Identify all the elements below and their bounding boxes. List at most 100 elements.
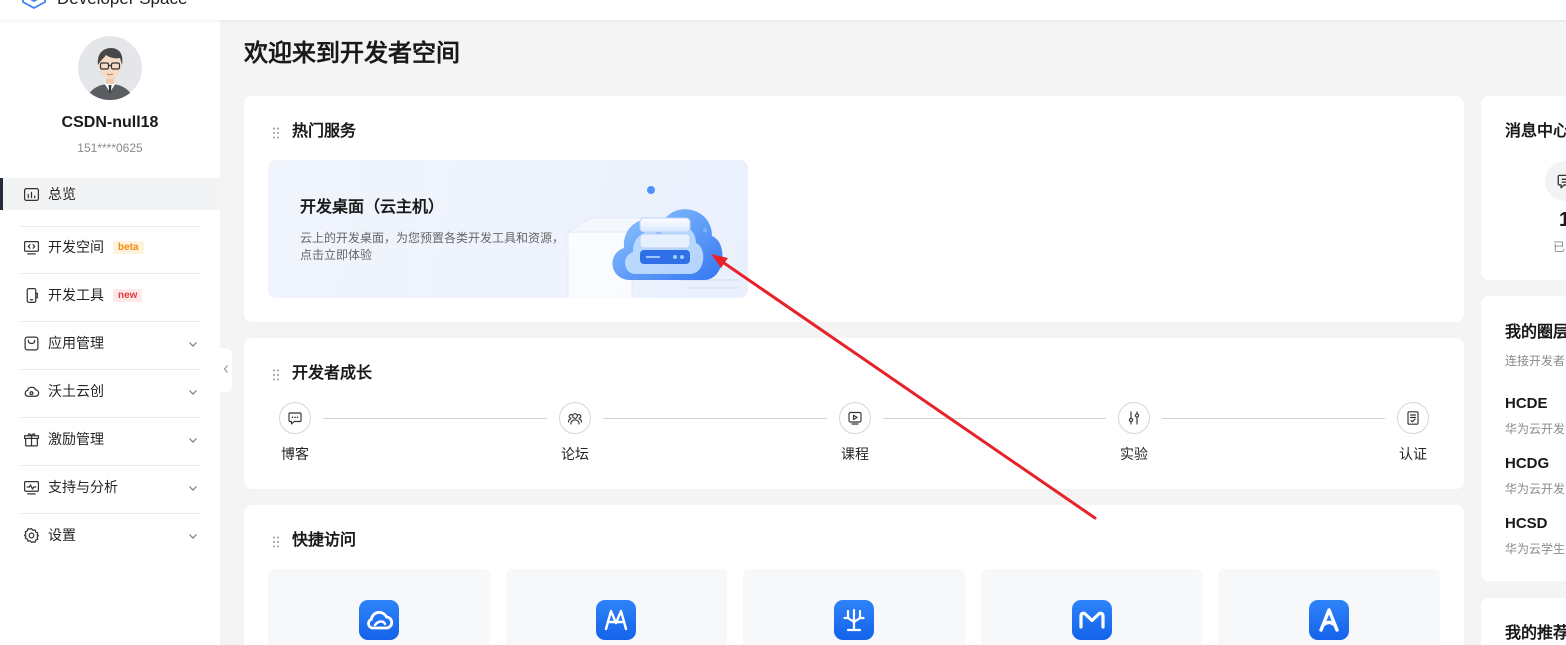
quick-access-tile[interactable] [980,569,1203,645]
gift-icon [23,431,40,448]
cloud-swoosh-icon [358,600,399,640]
user-name: CSDN-null18 [61,114,159,131]
chevron-down-icon [187,529,199,541]
circle-name[interactable]: HCSD [1505,515,1548,533]
nav-divider [20,513,200,514]
hot-services-card: 热门服务 开发桌面（云主机） 云上的开发桌面，为您预置各类开发工具和资源， 点击… [244,96,1464,322]
circle-description: 华为云学生 [1505,542,1566,556]
developer-growth-card: 开发者成长 博客 论坛 课程 实验 认证 [244,338,1464,489]
community-icon [559,402,591,434]
nav-divider [20,321,200,322]
my-recommendations-card: 我的推荐 [1481,598,1566,645]
growth-step-forum[interactable]: 论坛 [545,402,605,464]
hot-services-title: 热门服务 [292,123,357,140]
message-center-card: 消息中心 1 已 [1481,96,1566,280]
top-header: Developer Space [0,0,1566,20]
page-title: 欢迎来到开发者空间 [244,40,460,67]
recommendations-title: 我的推荐 [1505,625,1566,642]
sliders-icon [1118,402,1150,434]
timeline-connector [603,418,827,419]
step-label: 课程 [841,446,869,462]
timeline-connector [1162,418,1385,419]
my-circles-title: 我的圈层 [1505,324,1566,341]
step-label: 博客 [281,446,309,462]
sidebar-collapse-button[interactable] [220,348,232,392]
banner-description: 点击立即体验 [300,248,373,262]
analytics-monitor-icon [23,479,40,496]
sidebar-item-dev-space[interactable]: 开发空间 beta [0,231,220,263]
sidebar-item-support-analytics[interactable]: 支持与分析 [0,471,220,503]
chevron-down-icon [187,385,199,397]
overview-chart-icon [23,186,40,203]
message-center-title: 消息中心 [1505,123,1566,140]
timeline-connector [323,418,547,419]
new-badge: new [113,288,143,302]
sidebar-item-dev-tools[interactable]: 开发工具 new [0,279,220,311]
growth-title: 开发者成长 [292,365,373,382]
circle-name[interactable]: HCDE [1505,395,1548,413]
chevron-down-icon [187,433,199,445]
sidebar-item-label: 开发空间 [48,239,104,255]
sidebar-item-label: 总览 [48,186,76,202]
circle-description: 华为云开发 [1505,482,1566,496]
chevron-down-icon [187,481,199,493]
user-phone: 151****0625 [77,141,143,155]
chevron-left-icon [222,361,230,379]
m-logo-icon [1071,600,1112,640]
quick-access-card: 快捷访问 [244,505,1464,645]
app-icon [23,335,40,352]
nav-divider [20,226,200,227]
chat-icon [279,402,311,434]
code-monitor-icon [23,239,40,256]
circle-name[interactable]: HCDG [1505,455,1549,473]
quick-access-title: 快捷访问 [292,532,357,549]
growth-step-certification[interactable]: 认证 [1383,402,1443,464]
sidebar-item-label: 开发工具 [48,287,104,303]
sidebar-item-incentives[interactable]: 激励管理 [0,423,220,455]
sidebar-item-wotu-cloud[interactable]: 沃土云创 [0,375,220,407]
growth-step-labs[interactable]: 实验 [1104,402,1164,464]
quick-access-grid [268,569,1440,645]
growth-step-courses[interactable]: 课程 [825,402,885,464]
sidebar: CSDN-null18 151****0625 总览 开发空间 beta 开发工… [0,0,220,645]
nav-divider [20,273,200,274]
chevron-down-icon [187,337,199,349]
sidebar-item-label: 沃土云创 [48,383,104,399]
nav-divider [20,369,200,370]
circle-description: 华为云开发 [1505,422,1566,436]
certificate-icon [1397,402,1429,434]
brand-name[interactable]: Developer Space [57,0,187,9]
nav-divider [20,465,200,466]
message-status: 已 [1553,240,1566,254]
sidebar-item-overview[interactable]: 总览 [0,178,220,210]
dev-desktop-banner[interactable]: 开发桌面（云主机） 云上的开发桌面，为您预置各类开发工具和资源， 点击立即体验 [268,160,748,298]
message-count[interactable]: 1 [1559,208,1566,232]
sidebar-item-settings[interactable]: 设置 [0,519,220,551]
avatar[interactable] [78,36,142,100]
sidebar-item-label: 应用管理 [48,335,104,351]
my-circles-card: 我的圈层 连接开发者 HCDE 华为云开发 HCDG 华为云开发 HCSD 华为… [1481,296,1566,581]
sidebar-item-label: 设置 [48,527,76,543]
quick-access-tile[interactable] [505,569,728,645]
brand-logo-icon[interactable] [20,0,48,14]
cloud-icon [23,383,40,400]
device-icon [23,287,40,304]
drag-handle-icon[interactable] [273,535,279,548]
banner-title: 开发桌面（云主机） [300,199,445,216]
sidebar-item-label: 支持与分析 [48,479,118,495]
growth-step-blog[interactable]: 博客 [265,402,325,464]
quick-access-tile[interactable] [1218,569,1440,645]
mountain-m-icon [596,600,637,640]
cloud-server-illustration-icon [566,186,738,298]
step-label: 论坛 [561,446,589,462]
quick-access-tile[interactable] [743,569,965,645]
banner-description: 云上的开发桌面，为您预置各类开发工具和资源， [300,231,565,245]
sidebar-item-app-management[interactable]: 应用管理 [0,327,220,359]
beta-badge: beta [113,240,144,254]
quick-access-tile[interactable] [268,569,490,645]
drag-handle-icon[interactable] [273,368,279,381]
a-logo-icon [1309,600,1350,640]
gear-icon [23,527,40,544]
drag-handle-icon[interactable] [273,126,279,139]
message-icon[interactable] [1545,161,1566,201]
